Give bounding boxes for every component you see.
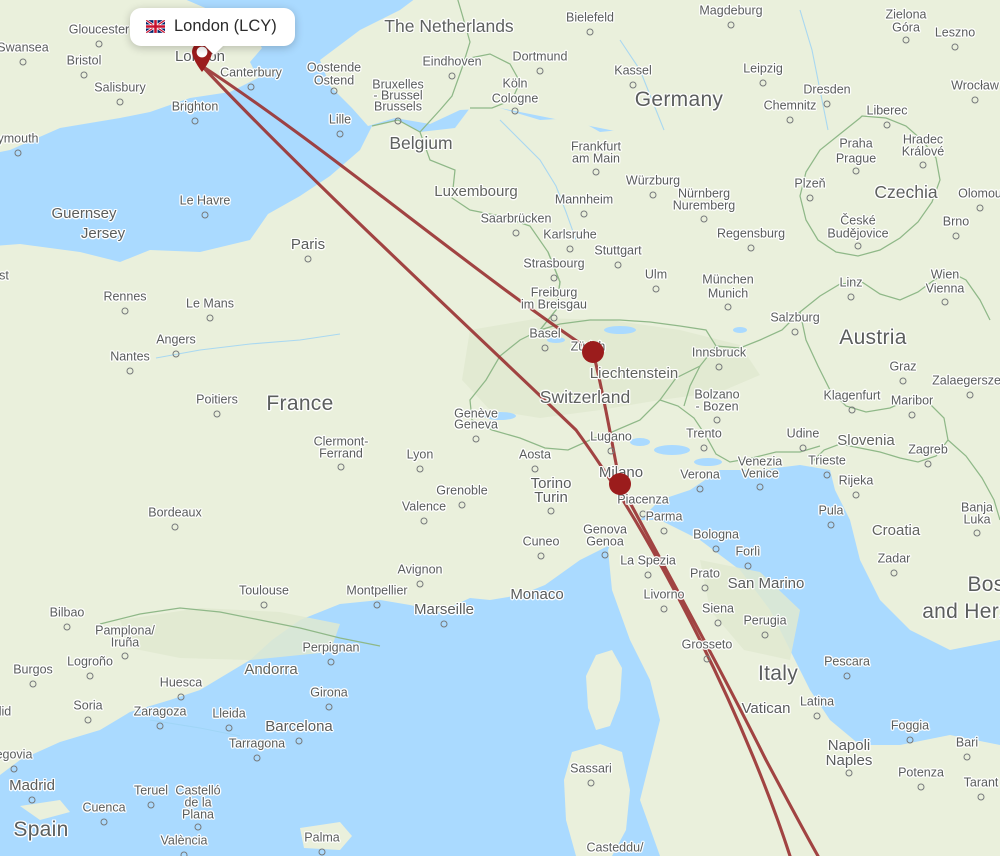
tooltip-label: London (LCY) — [174, 17, 277, 35]
route-waypoint-marker[interactable] — [582, 341, 604, 363]
map-canvas — [0, 0, 1000, 856]
origin-tooltip[interactable]: London (LCY) — [130, 8, 295, 46]
map-viewport[interactable]: The Netherlands Germany Belgium Luxembourg C… — [0, 0, 1000, 856]
uk-flag-icon — [146, 20, 165, 33]
route-waypoint-marker[interactable] — [609, 473, 631, 495]
